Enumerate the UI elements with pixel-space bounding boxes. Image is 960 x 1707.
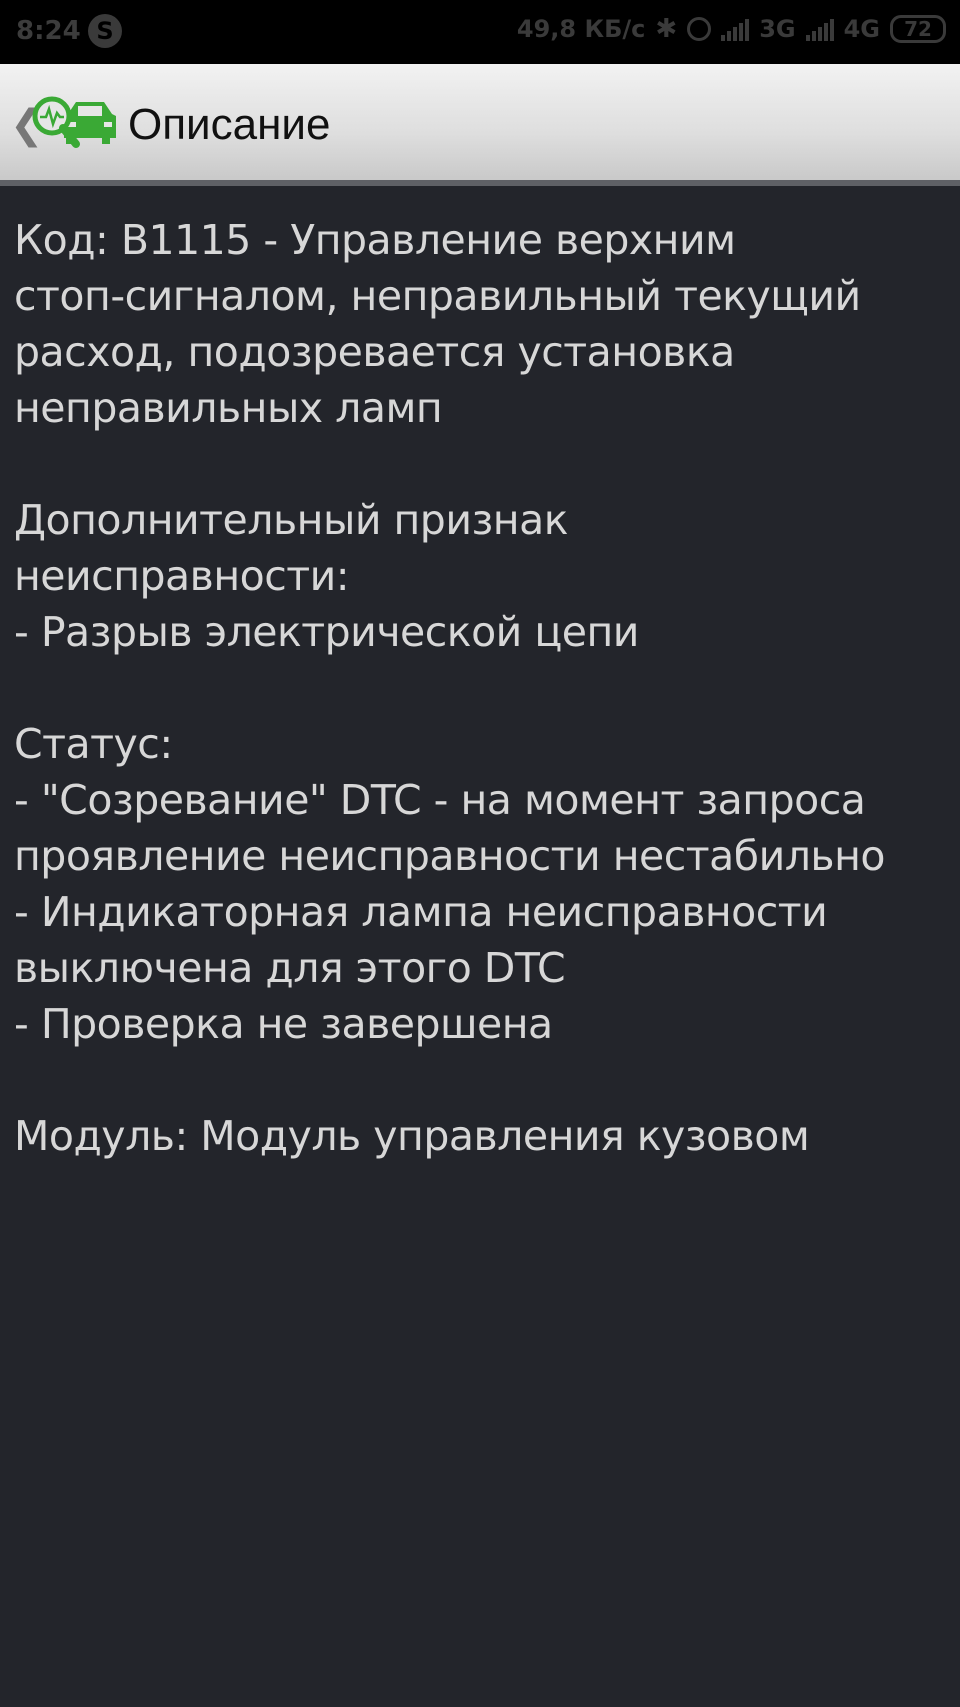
app-logo-icon[interactable] <box>30 94 118 156</box>
battery-icon: 72 <box>890 15 946 43</box>
bluetooth-icon: ✱ <box>655 14 678 44</box>
dtc-code-text: Код: B1115 - Управление верхним стоп-сиг… <box>14 216 861 432</box>
dtc-extra-sign-text: Дополнительный признак неисправности: - … <box>14 496 639 656</box>
network-3g-label: 3G <box>759 15 796 43</box>
status-time: 8:24 <box>16 16 81 46</box>
status-indicators: 49,8 КБ/с ✱ 3G 4G 72 <box>517 14 946 44</box>
page-title: Описание <box>128 100 331 149</box>
dtc-status-text: Статус: - "Созревание" DTC - на момент з… <box>14 720 886 1048</box>
status-bar: 8:24 S 49,8 КБ/с ✱ 3G 4G 72 <box>0 0 960 64</box>
app-bar: ❮ Описание <box>0 64 960 186</box>
signal-icon <box>805 17 834 41</box>
network-4g-label: 4G <box>843 15 880 43</box>
dtc-module-text: Модуль: Модуль управления кузовом <box>14 1112 810 1160</box>
alarm-icon <box>687 17 712 41</box>
signal-icon <box>721 17 750 41</box>
network-speed: 49,8 КБ/с <box>516 15 646 43</box>
skype-icon: S <box>88 14 122 48</box>
dtc-description: Код: B1115 - Управление верхним стоп-сиг… <box>14 212 950 1164</box>
